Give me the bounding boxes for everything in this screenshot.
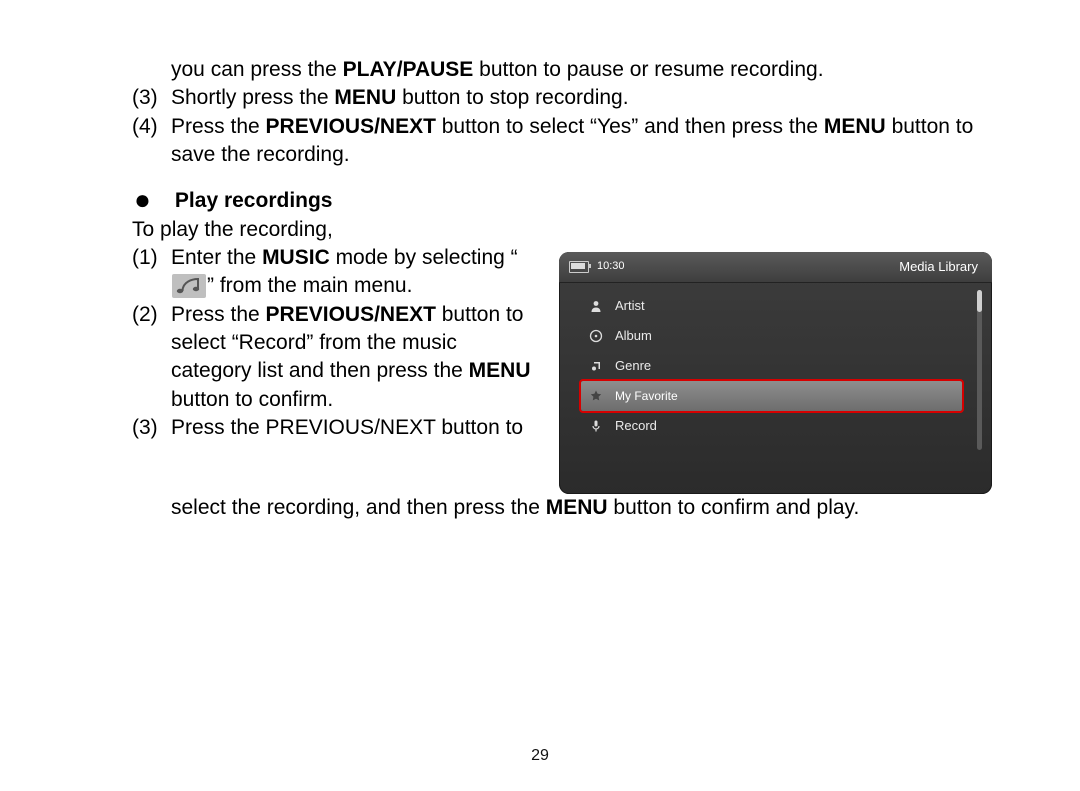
list-number: (1) (132, 244, 171, 272)
notes-icon (589, 359, 603, 373)
scrollbar-thumb[interactable] (977, 290, 982, 312)
list-number: (3) (132, 414, 171, 442)
device-row-label: Genre (615, 357, 651, 375)
list-item-continuation: select the recording, and then press the… (132, 494, 992, 522)
text: button to confirm. (171, 388, 333, 411)
text: button to pause or resume recording. (473, 58, 823, 81)
page-number: 29 (0, 747, 1080, 765)
text: ” from the main menu. (207, 274, 412, 297)
device-column: 10:30 Media Library Artist (559, 244, 992, 494)
bold-menu: MENU (469, 359, 531, 382)
mic-icon (589, 419, 603, 433)
text: you can press the (171, 58, 343, 81)
bold-music: MUSIC (262, 246, 330, 269)
list-item: (3)Shortly press the MENU button to stop… (132, 84, 992, 112)
device-header: 10:30 Media Library (559, 252, 992, 283)
disc-icon (589, 329, 603, 343)
device-row-artist[interactable]: Artist (581, 291, 962, 321)
bold-menu: MENU (546, 496, 608, 519)
device-screenshot: 10:30 Media Library Artist (559, 252, 992, 494)
text: button to confirm and play. (608, 496, 860, 519)
device-row-label: Record (615, 417, 657, 435)
document-page: you can press the PLAY/PAUSE button to p… (0, 0, 1080, 791)
person-icon (589, 299, 603, 313)
text: Press the (171, 115, 266, 138)
device-row-label: Album (615, 327, 652, 345)
battery-icon (569, 261, 589, 273)
list-item: (4)Press the PREVIOUS/NEXT button to sel… (132, 113, 992, 170)
list-item: (1)Enter the MUSIC mode by selecting “ ”… (132, 244, 539, 301)
device-scrollbar[interactable] (977, 290, 982, 450)
body-text: you can press the PLAY/PAUSE button to p… (132, 56, 992, 522)
device-row-my-favorite[interactable]: My Favorite (581, 381, 962, 411)
intro-line: To play the recording, (132, 216, 992, 244)
bold-prevnext: PREVIOUS/NEXT (266, 115, 436, 138)
device-time: 10:30 (597, 259, 625, 274)
device-list: Artist Album Genre (559, 283, 992, 449)
device-row-record[interactable]: Record (581, 411, 962, 441)
list-item: (2)Press the PREVIOUS/NEXT button to sel… (132, 301, 539, 414)
bold-prevnext: PREVIOUS/NEXT (266, 303, 436, 326)
cont-line: you can press the PLAY/PAUSE button to p… (132, 56, 992, 84)
list-number: (4) (132, 113, 171, 141)
device-row-label: Artist (615, 297, 645, 315)
steps-column: (1)Enter the MUSIC mode by selecting “ ”… (132, 244, 539, 442)
music-icon (172, 274, 206, 298)
device-row-genre[interactable]: Genre (581, 351, 962, 381)
bold-menu: MENU (334, 86, 396, 109)
device-row-label: My Favorite (615, 388, 678, 404)
text: Press the (171, 303, 266, 326)
bold-play-pause: PLAY/PAUSE (343, 58, 474, 81)
section-heading-play-recordings: ●Play recordings (132, 187, 992, 215)
text: button to select “Yes” and then press th… (436, 115, 824, 138)
device-title: Media Library (899, 258, 978, 276)
text: Enter the (171, 246, 262, 269)
two-column: (1)Enter the MUSIC mode by selecting “ ”… (132, 244, 992, 494)
section-title: Play recordings (175, 189, 333, 212)
list-item: (3)Press the PREVIOUS/NEXT button to (132, 414, 539, 442)
bold-menu: MENU (824, 115, 886, 138)
text: button to stop recording. (396, 86, 628, 109)
device-row-album[interactable]: Album (581, 321, 962, 351)
list-number: (3) (132, 84, 171, 112)
text: Shortly press the (171, 86, 334, 109)
list-number: (2) (132, 301, 171, 329)
star-icon (589, 389, 603, 403)
text: mode by selecting “ (330, 246, 518, 269)
